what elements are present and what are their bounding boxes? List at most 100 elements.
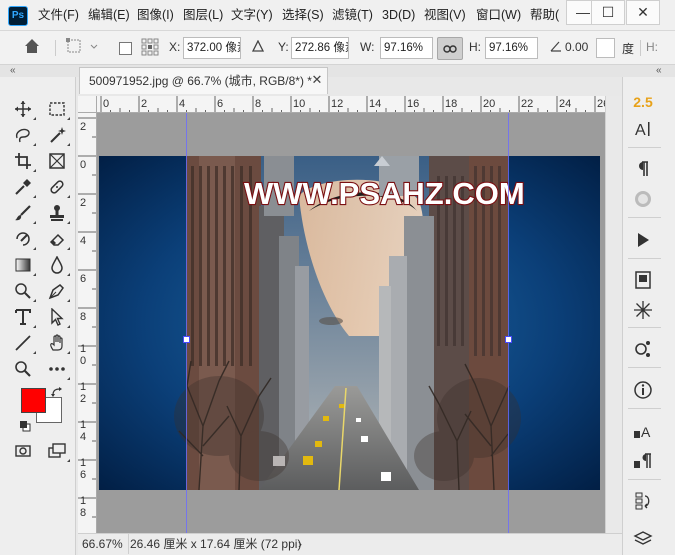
character-panel-icon[interactable]: A [623, 116, 663, 142]
pen-tool-icon[interactable] [44, 279, 70, 303]
transform-handle-left[interactable] [183, 336, 190, 343]
ruler-h-label: 6 [217, 98, 223, 110]
status-menu-arrow[interactable]: › [298, 534, 302, 554]
swatches-sphere-icon[interactable] [623, 186, 663, 212]
clone-stamp-tool-icon[interactable] [44, 201, 70, 225]
hand-tool-icon[interactable] [44, 331, 70, 355]
paragraph-styles-icon[interactable] [623, 448, 663, 474]
ruler-v-label: 4 [80, 235, 86, 247]
eyedropper-tool-icon[interactable] [10, 175, 36, 199]
gradient-tool-icon[interactable] [10, 253, 36, 277]
default-colors-icon[interactable] [19, 420, 31, 432]
ruler-h-label: 12 [331, 98, 343, 110]
ruler-v-label: 4 [80, 431, 86, 443]
x-position-field[interactable]: 372.00 像素 [183, 37, 241, 59]
menu-filter[interactable]: 滤镜(T) [332, 0, 373, 31]
width-field[interactable]: 97.16% [380, 37, 433, 59]
ruler-v-label: 8 [80, 507, 86, 519]
zoom-level[interactable]: 66.67% [82, 534, 123, 554]
ruler-v-label: 2 [80, 121, 86, 133]
menu-window[interactable]: 窗口(W) [476, 0, 521, 31]
horizontal-ruler[interactable]: 0 2 4 6 8 10 12 14 16 18 20 22 24 26 [97, 96, 605, 113]
menu-file[interactable]: 文件(F) [38, 0, 79, 31]
rectangular-marquee-tool-icon[interactable] [44, 97, 70, 121]
menu-help[interactable]: 帮助( [530, 0, 559, 31]
ruler-v-label: 2 [80, 393, 86, 405]
ruler-v-label: 8 [80, 311, 86, 323]
vertical-scrollbar[interactable] [605, 96, 622, 533]
guide-line-left[interactable] [186, 113, 187, 533]
ruler-origin[interactable] [78, 96, 97, 113]
ruler-v-label: 0 [80, 355, 86, 367]
paragraph-panel-icon[interactable] [623, 156, 663, 182]
menu-image[interactable]: 图像(I) [137, 0, 174, 31]
actions-play-icon[interactable] [623, 227, 663, 253]
menu-edit[interactable]: 编辑(E) [88, 0, 130, 31]
quick-mask-icon[interactable] [10, 439, 36, 463]
menu-type[interactable]: 文字(Y) [231, 0, 273, 31]
channels-panel-icon[interactable] [623, 336, 663, 362]
close-window-button[interactable]: ✕ [626, 0, 660, 25]
ruler-h-label: 20 [483, 98, 495, 110]
history-panel-icon[interactable] [623, 488, 663, 514]
foreground-color-swatch[interactable] [21, 388, 46, 413]
ruler-v-label: 1 [80, 419, 86, 431]
y-label: Y: [278, 40, 289, 54]
vertical-ruler[interactable]: 2 0 2 4 6 8 1 0 1 2 1 4 1 6 1 8 [78, 113, 97, 533]
menu-select[interactable]: 选择(S) [282, 0, 324, 31]
healing-brush-tool-icon[interactable] [44, 175, 70, 199]
brush-settings-icon[interactable] [623, 297, 663, 323]
brush-tool-icon[interactable] [10, 201, 36, 225]
history-brush-tool-icon[interactable] [10, 227, 36, 251]
zoom-tool-icon[interactable] [10, 357, 36, 381]
dodge-tool-icon[interactable] [10, 279, 36, 303]
type-tool-icon[interactable] [10, 305, 36, 329]
magic-wand-tool-icon[interactable] [44, 123, 70, 147]
info-panel-icon[interactable] [623, 377, 663, 403]
crop-tool-icon[interactable] [10, 149, 36, 173]
ruler-h-label: 26 [597, 98, 605, 110]
path-selection-tool-icon[interactable] [44, 305, 70, 329]
height-field[interactable]: 97.16% [485, 37, 538, 59]
swap-colors-icon[interactable] [51, 386, 63, 397]
close-tab-icon[interactable]: ✕ [309, 67, 325, 93]
blur-tool-icon[interactable] [44, 253, 70, 277]
h-skew-label: H: [646, 40, 658, 54]
transform-mode-icon[interactable] [62, 37, 102, 59]
restore-button[interactable]: ☐ [591, 0, 625, 25]
document-canvas[interactable]: WWW.PSAHZ.COM [99, 156, 600, 490]
svg-text:A: A [635, 122, 646, 139]
frame-tool-icon[interactable] [44, 149, 70, 173]
reference-point-grid-icon[interactable] [139, 37, 161, 59]
layers-panel-icon[interactable] [623, 525, 663, 551]
move-tool-icon[interactable] [10, 97, 36, 121]
menu-view[interactable]: 视图(V) [424, 0, 466, 31]
reference-point-checkbox[interactable] [119, 42, 132, 55]
y-position-field[interactable]: 272.86 像素 [291, 37, 349, 59]
screen-mode-icon[interactable] [44, 439, 70, 463]
ruler-v-label: 1 [80, 343, 86, 355]
angle-unit: 度 [622, 42, 635, 56]
libraries-panel-icon[interactable] [623, 267, 663, 293]
angle-input-box[interactable] [596, 38, 615, 58]
menu-bar: Ps 文件(F) 编辑(E) 图像(I) 图层(L) 文字(Y) 选择(S) 滤… [0, 0, 675, 31]
collapse-toolbar-icon[interactable]: « [10, 65, 16, 77]
canvas-watermark-text: WWW.PSAHZ.COM [244, 176, 525, 211]
document-tab[interactable]: 500971952.jpg @ 66.7% (城市, RGB/8*) * [79, 67, 328, 94]
more-tools-icon[interactable] [44, 357, 70, 381]
lasso-tool-icon[interactable] [10, 123, 36, 147]
menu-3d[interactable]: 3D(D) [382, 0, 415, 31]
angle-field[interactable]: 0.00 [565, 40, 588, 54]
version-badge[interactable]: 2.5 [623, 89, 663, 115]
collapse-panels-icon[interactable]: « [656, 65, 662, 77]
line-tool-icon[interactable] [10, 331, 36, 355]
tools-panel [0, 77, 76, 555]
guide-line-right[interactable] [508, 113, 509, 533]
link-aspect-icon[interactable] [437, 37, 463, 60]
menu-layer[interactable]: 图层(L) [183, 0, 223, 31]
photoshop-logo-icon: Ps [8, 6, 28, 26]
home-icon[interactable] [20, 37, 44, 59]
eraser-tool-icon[interactable] [44, 227, 70, 251]
character-styles-icon[interactable]: A [623, 418, 663, 444]
transform-handle-right[interactable] [505, 336, 512, 343]
